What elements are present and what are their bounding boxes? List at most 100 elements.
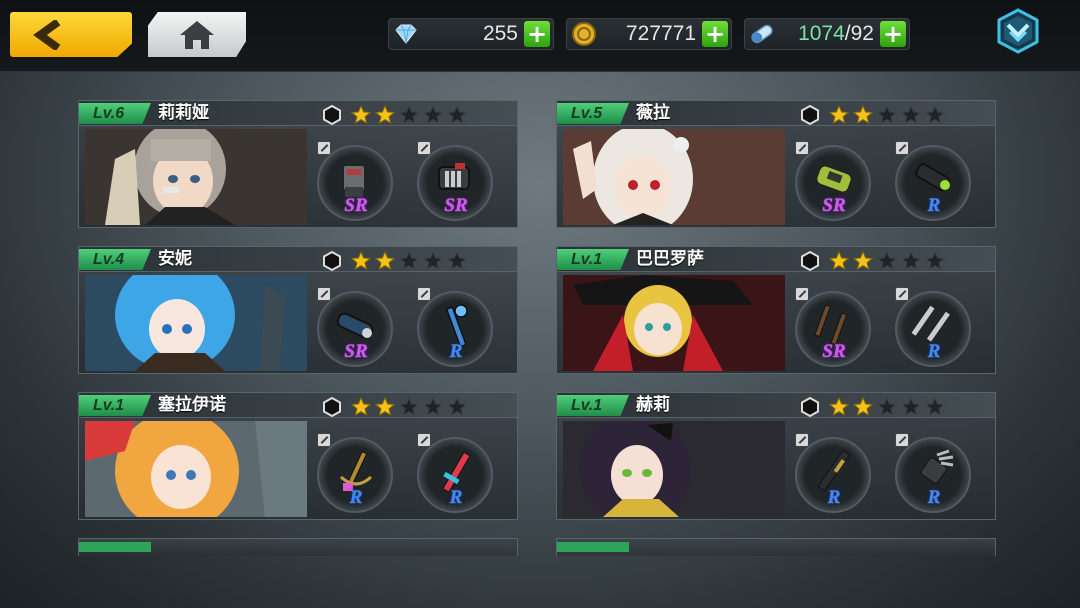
edit-icon [417, 287, 431, 301]
level-badge: Lv.6 [79, 103, 151, 124]
character-card[interactable]: Lv.6 莉莉娅 SR SR [78, 100, 518, 228]
star-filled-icon [829, 397, 849, 417]
star-filled-icon [853, 105, 873, 125]
top-bar: 255 + 727771 + 1074/92 + [0, 0, 1080, 72]
add-stamina-button[interactable]: + [880, 21, 906, 47]
back-button[interactable] [10, 12, 132, 57]
star-rating [323, 251, 467, 271]
star-rating [801, 397, 945, 417]
equipment-slot[interactable]: R [795, 433, 873, 513]
hexagon-icon [801, 397, 819, 417]
star-rating [323, 397, 467, 417]
rarity-label: R [449, 487, 463, 508]
character-name: 薇拉 [636, 103, 670, 123]
equipment-slot[interactable]: SR [795, 287, 873, 367]
level-badge: Lv.4 [79, 249, 151, 270]
rarity-label: SR [444, 195, 468, 216]
character-portrait [85, 421, 307, 517]
equipment-slot[interactable]: SR [317, 141, 395, 221]
diamond-counter: 255 + [388, 18, 554, 50]
star-filled-icon [375, 105, 395, 125]
edit-icon [895, 433, 909, 447]
star-empty-icon [901, 397, 921, 417]
star-empty-icon [877, 397, 897, 417]
star-rating [323, 105, 467, 125]
character-card[interactable]: Lv.1 巴巴罗萨 SR R [556, 246, 996, 374]
equipment-slot[interactable]: R [895, 433, 973, 513]
character-name: 塞拉伊诺 [158, 395, 226, 415]
equipment-slot[interactable]: R [417, 287, 495, 367]
star-empty-icon [925, 105, 945, 125]
character-card[interactable]: Lv.1 赫莉 R R [556, 392, 996, 520]
star-empty-icon [925, 251, 945, 271]
character-portrait [563, 129, 785, 225]
rarity-label: R [927, 341, 941, 362]
add-diamond-button[interactable]: + [524, 21, 550, 47]
character-card[interactable]: Lv.5 薇拉 SR R [556, 100, 996, 228]
level-badge: Lv.1 [557, 395, 629, 416]
rarity-label: SR [822, 195, 846, 216]
rarity-label: R [927, 487, 941, 508]
diamond-value: 255 [482, 22, 518, 45]
level-badge: Lv.5 [557, 103, 629, 124]
stamina-value: 1074/92 [777, 22, 880, 46]
character-card[interactable]: Lv.4 安妮 SR R [78, 246, 518, 374]
star-empty-icon [399, 105, 419, 125]
chevron-down-shield-icon [997, 8, 1039, 54]
edit-icon [795, 141, 809, 155]
star-filled-icon [853, 251, 873, 271]
edit-icon [417, 433, 431, 447]
star-filled-icon [829, 105, 849, 125]
character-name: 赫莉 [636, 395, 670, 415]
add-gold-button[interactable]: + [702, 21, 728, 47]
star-empty-icon [447, 397, 467, 417]
home-button[interactable] [148, 12, 246, 57]
character-card-partial[interactable] [556, 538, 996, 556]
home-icon [180, 20, 214, 49]
level-badge [557, 542, 629, 552]
stamina-current: 1074 [798, 22, 845, 45]
hexagon-icon [801, 251, 819, 271]
equipment-slot[interactable]: R [317, 433, 395, 513]
rarity-label: R [827, 487, 841, 508]
equipment-slot[interactable]: R [895, 287, 973, 367]
character-card-partial[interactable] [78, 538, 518, 556]
rarity-label: SR [822, 341, 846, 362]
character-name: 莉莉娅 [158, 103, 209, 123]
gold-value: 727771 [625, 22, 696, 45]
star-empty-icon [423, 251, 443, 271]
character-list[interactable]: Lv.6 莉莉娅 SR SR Lv.5 薇拉 SR R Lv.4 安妮 SR R… [62, 86, 1020, 556]
edit-icon [895, 287, 909, 301]
star-rating [801, 105, 945, 125]
edit-icon [895, 141, 909, 155]
chevron-left-icon [33, 19, 61, 50]
equipment-slot[interactable]: R [417, 433, 495, 513]
rarity-label: R [927, 195, 941, 216]
stamina-capsule-icon [747, 19, 777, 49]
equipment-slot[interactable]: SR [417, 141, 495, 221]
star-filled-icon [351, 105, 371, 125]
star-filled-icon [375, 397, 395, 417]
diamond-icon [391, 19, 421, 49]
hexagon-icon [323, 397, 341, 417]
edit-icon [317, 433, 331, 447]
star-empty-icon [877, 105, 897, 125]
character-portrait [85, 129, 307, 225]
character-portrait [563, 421, 785, 517]
equipment-slot[interactable]: SR [317, 287, 395, 367]
gold-counter: 727771 + [566, 18, 732, 50]
rarity-label: R [349, 487, 363, 508]
star-empty-icon [925, 397, 945, 417]
equipment-slot[interactable]: R [895, 141, 973, 221]
star-empty-icon [423, 105, 443, 125]
stamina-counter: 1074/92 + [744, 18, 910, 50]
star-empty-icon [423, 397, 443, 417]
star-rating [801, 251, 945, 271]
star-filled-icon [351, 251, 371, 271]
edit-icon [417, 141, 431, 155]
menu-toggle-button[interactable] [995, 8, 1041, 54]
character-card[interactable]: Lv.1 塞拉伊诺 R R [78, 392, 518, 520]
star-filled-icon [853, 397, 873, 417]
hexagon-icon [323, 251, 341, 271]
equipment-slot[interactable]: SR [795, 141, 873, 221]
